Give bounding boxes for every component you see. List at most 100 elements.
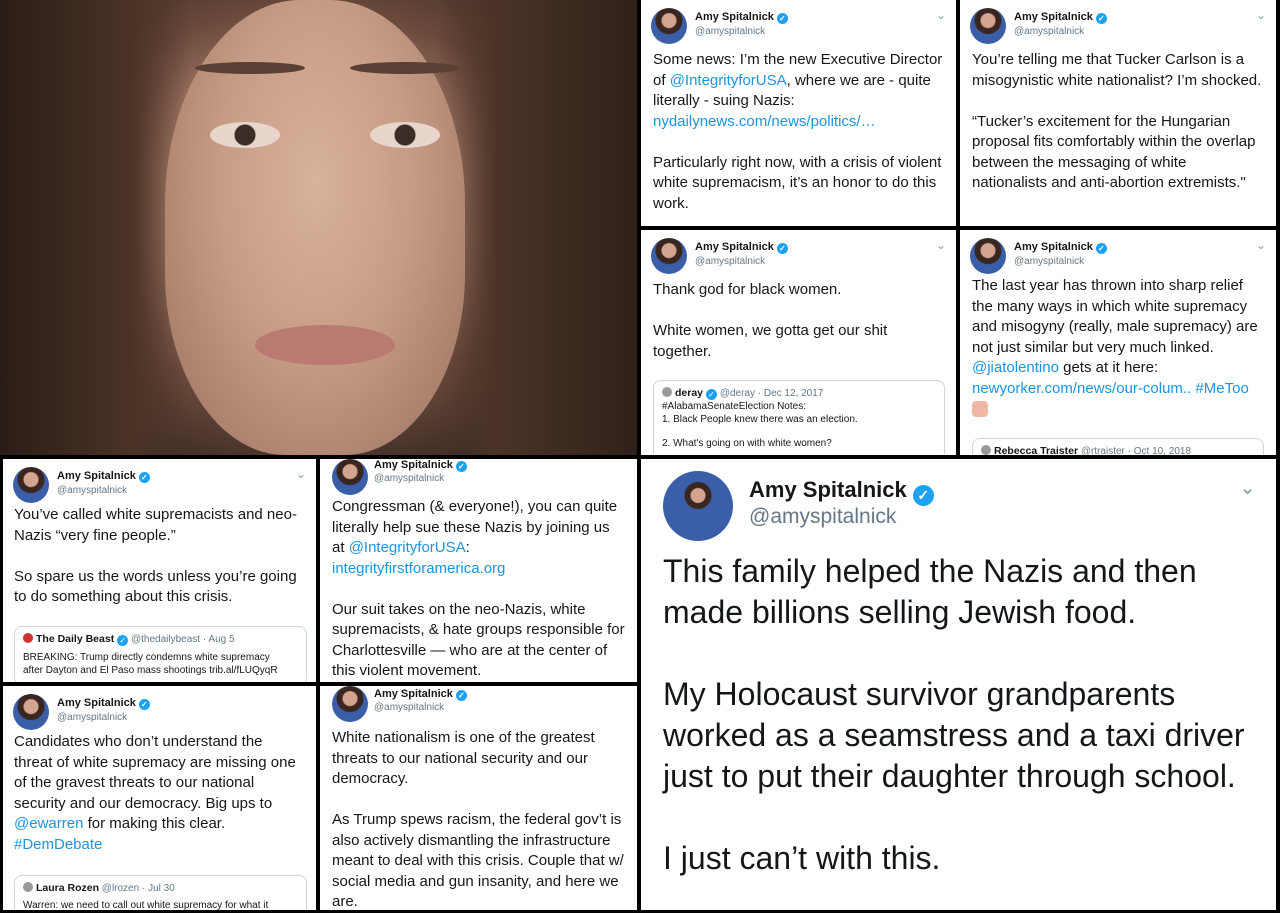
author-name[interactable]: Amy Spitalnick ✓ — [57, 470, 150, 483]
hashtag-link[interactable]: #DemDebate — [14, 836, 102, 853]
avatar[interactable] — [970, 8, 1006, 44]
author-handle[interactable]: @amyspitalnick — [57, 485, 127, 496]
quoted-tweet[interactable]: Laura Rozen @lrozen · Jul 30 Warren: we … — [14, 875, 307, 910]
avatar-icon — [23, 882, 33, 892]
tweet-text: White nationalism is one of the greatest… — [332, 729, 624, 910]
author-name[interactable]: Amy Spitalnick ✓ — [1014, 241, 1107, 254]
hair-shape — [437, 0, 637, 455]
quote-text: Warren: we need to call out white suprem… — [23, 900, 269, 910]
author-handle[interactable]: @amyspitalnick — [57, 712, 127, 723]
verified-badge-icon: ✓ — [1095, 243, 1107, 254]
url-link[interactable]: newyorker.com/news/our-colum.. — [972, 380, 1191, 397]
chevron-down-icon[interactable]: ⌄ — [296, 467, 306, 481]
tweet-card-7[interactable]: Amy Spitalnick ✓ @amyspitalnick Candidate… — [3, 686, 316, 910]
quote-date: · Jul 30 — [141, 883, 175, 894]
author-handle[interactable]: @amyspitalnick — [695, 26, 765, 37]
eye-shape — [370, 122, 440, 148]
author-handle[interactable]: @amyspitalnick — [374, 702, 444, 713]
mention-link[interactable]: @IntegrityforUSA — [349, 539, 466, 556]
author-name[interactable]: Amy Spitalnick ✓ — [374, 459, 467, 472]
tweet-text: Candidates who don’t understand the thre… — [14, 733, 296, 853]
quote-handle: @lrozen — [101, 883, 140, 894]
verified-badge-icon: ✓ — [912, 485, 934, 506]
verified-badge-icon: ✓ — [776, 243, 788, 254]
tweet-card-3[interactable]: Amy Spitalnick ✓ @amyspitalnick ⌄ Thank g… — [641, 230, 956, 455]
raised-fist-emoji-icon — [972, 401, 988, 417]
tweet-card-6[interactable]: Amy Spitalnick ✓ @amyspitalnick Congressm… — [320, 459, 637, 682]
quote-text: 1. Black People knew there was an electi… — [662, 414, 858, 425]
quote-text: after Dayton and El Paso mass shootings … — [23, 665, 278, 676]
hashtag-link[interactable]: #MeToo — [1191, 380, 1248, 397]
chevron-down-icon[interactable]: ⌄ — [1256, 8, 1266, 22]
verified-badge-icon: ✓ — [1095, 13, 1107, 24]
url-link[interactable]: nydailynews.com/news/politics/… — [653, 113, 876, 130]
mention-link[interactable]: @jiatolentino — [972, 359, 1059, 376]
quote-date: · Oct 10, 2018 — [1127, 446, 1192, 455]
author-handle[interactable]: @amyspitalnick — [1014, 26, 1084, 37]
tweet-card-4[interactable]: Amy Spitalnick ✓ @amyspitalnick ⌄ The las… — [960, 230, 1276, 455]
quote-author: Laura Rozen — [36, 882, 100, 894]
tweet-text: You’ve called white supremacists and neo… — [14, 506, 297, 605]
mention-link[interactable]: @IntegrityforUSA — [670, 72, 787, 89]
mention-link[interactable]: @ewarren — [14, 815, 83, 832]
verified-badge-icon: ✓ — [455, 461, 467, 472]
tweet-text: Some news: I’m the new Executive Directo… — [653, 51, 943, 212]
daily-beast-logo-icon — [23, 633, 33, 643]
author-name[interactable]: Amy Spitalnick ✓ — [695, 11, 788, 24]
author-handle[interactable]: @amyspitalnick — [374, 473, 444, 484]
avatar[interactable] — [13, 694, 49, 730]
chevron-down-icon[interactable]: ⌄ — [936, 8, 946, 22]
author-name[interactable]: Amy Spitalnick ✓ — [374, 688, 467, 701]
author-handle[interactable]: @amyspitalnick — [749, 505, 896, 529]
tweet-card-1[interactable]: Amy Spitalnick ✓ @amyspitalnick ⌄ Some ne… — [641, 0, 956, 226]
verified-badge-icon: ✓ — [138, 699, 150, 710]
portrait-photo — [0, 0, 637, 455]
chevron-down-icon[interactable]: ⌄ — [1256, 238, 1266, 252]
tweet-card-8[interactable]: Amy Spitalnick ✓ @amyspitalnick White nat… — [320, 686, 637, 910]
verified-badge-icon: ✓ — [138, 472, 150, 483]
quote-date: · Dec 12, 2017 — [757, 388, 824, 399]
quote-text: 2. What's going on with white women? — [662, 438, 832, 449]
avatar[interactable] — [651, 238, 687, 274]
avatar[interactable] — [13, 467, 49, 503]
verified-badge-icon: ✓ — [455, 690, 467, 701]
tweet-text: You’re telling me that Tucker Carlson is… — [972, 51, 1262, 191]
quote-handle: @thedailybeast — [130, 634, 201, 645]
eye-shape — [210, 122, 280, 148]
avatar[interactable] — [332, 459, 368, 495]
quoted-tweet[interactable]: deray ✓ @deray · Dec 12, 2017 #AlabamaSen… — [653, 380, 945, 455]
author-name[interactable]: Amy Spitalnick ✓ — [57, 697, 150, 710]
quote-handle: @rtraister — [1080, 446, 1125, 455]
quote-text: #AlabamaSenateElection Notes: — [662, 401, 806, 412]
author-name[interactable]: Amy Spitalnick ✓ — [749, 477, 934, 506]
quoted-tweet[interactable]: The Daily Beast ✓ @thedailybeast · Aug 5 … — [14, 626, 307, 682]
chevron-down-icon[interactable]: ⌄ — [1239, 475, 1256, 500]
avatar[interactable] — [663, 471, 733, 541]
quote-date: · Aug 5 — [202, 634, 235, 645]
avatar[interactable] — [332, 686, 368, 722]
lips-shape — [255, 325, 395, 365]
tweet-text: This family helped the Nazis and then ma… — [663, 553, 1245, 876]
author-handle[interactable]: @amyspitalnick — [1014, 256, 1084, 267]
tweet-card-9[interactable]: Amy Spitalnick ✓ @amyspitalnick ⌄ This fa… — [641, 459, 1276, 910]
tweet-text: Congressman (& everyone!), you can quite… — [332, 498, 625, 679]
verified-badge-icon: ✓ — [776, 13, 788, 24]
avatar-icon — [662, 387, 672, 397]
chevron-down-icon[interactable]: ⌄ — [936, 238, 946, 252]
eyebrow-shape — [195, 62, 305, 74]
avatar-icon — [981, 445, 991, 455]
author-name[interactable]: Amy Spitalnick ✓ — [1014, 11, 1107, 24]
avatar[interactable] — [651, 8, 687, 44]
verified-badge-icon: ✓ — [117, 635, 129, 646]
tweet-card-5[interactable]: Amy Spitalnick ✓ @amyspitalnick ⌄ You’ve … — [3, 459, 316, 682]
quote-text: BREAKING: Trump directly condemns white … — [23, 652, 270, 663]
tweet-text: The last year has thrown into sharp reli… — [960, 276, 1276, 424]
quoted-tweet[interactable]: Rebecca Traister @rtraister · Oct 10, 20… — [972, 438, 1264, 455]
hair-shape — [0, 0, 190, 455]
quote-author: Rebecca Traister — [994, 445, 1079, 455]
author-name[interactable]: Amy Spitalnick ✓ — [695, 241, 788, 254]
url-link[interactable]: integrityfirstforamerica.org — [332, 560, 505, 577]
avatar[interactable] — [970, 238, 1006, 274]
author-handle[interactable]: @amyspitalnick — [695, 256, 765, 267]
tweet-card-2[interactable]: Amy Spitalnick ✓ @amyspitalnick ⌄ You’re … — [960, 0, 1276, 226]
